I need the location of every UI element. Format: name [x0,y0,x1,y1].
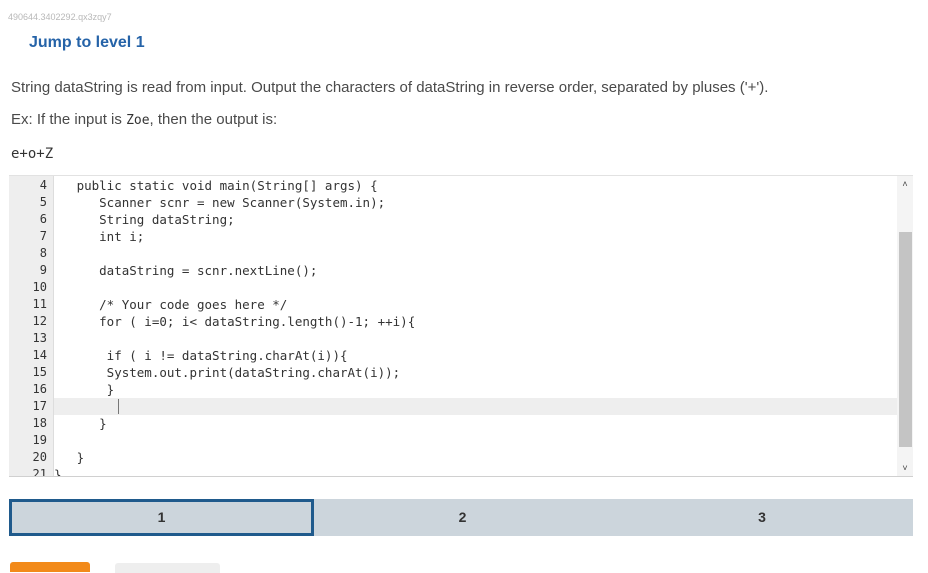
problem-prompt: String dataString is read from input. Ou… [11,79,769,96]
code-line[interactable]: public static void main(String[] args) { [54,177,897,194]
example-prefix: Ex: If the input is [11,111,127,128]
example-suffix: , then the output is: [149,111,278,128]
line-number: 12 [32,314,47,328]
line-number: 5 [39,195,47,209]
jump-to-level-link[interactable]: Jump to level 1 [29,34,145,52]
line-number: 20 [32,450,47,464]
level-button-2[interactable]: 2 [314,499,611,536]
scroll-thumb[interactable] [899,232,912,447]
code-line[interactable]: Scanner scnr = new Scanner(System.in); [54,194,897,211]
next-button[interactable] [115,563,220,573]
code-line[interactable]: if ( i != dataString.charAt(i)){ [54,347,897,364]
line-number: 16 [32,382,47,396]
scroll-down-icon[interactable]: ˅ [899,463,911,473]
line-number: 17 [32,399,47,413]
line-number: 15 [32,365,47,379]
code-area[interactable]: public static void main(String[] args) {… [54,176,897,476]
code-line[interactable] [54,398,897,415]
level-selector: 123 [9,499,913,536]
line-number: 9 [39,263,47,277]
code-line[interactable]: for ( i=0; i< dataString.length()-1; ++i… [54,313,897,330]
code-line[interactable] [54,432,897,449]
code-line[interactable]: } [54,381,897,398]
level-button-3[interactable]: 3 [611,499,913,536]
code-line[interactable] [54,330,897,347]
editor-scrollbar[interactable]: ˄ ˅ [897,176,913,476]
text-cursor [118,399,119,414]
line-number: 7 [39,229,47,243]
example-output: e+o+Z [11,146,54,162]
code-line[interactable] [54,279,897,296]
level-button-1[interactable]: 1 [9,499,314,536]
line-number: 13 [32,331,47,345]
example-input: Zoe [126,113,150,128]
code-line[interactable]: dataString = scnr.nextLine(); [54,262,897,279]
scroll-up-icon[interactable]: ˄ [899,179,911,189]
check-button[interactable] [10,562,90,572]
line-number-gutter: 4 5 6 7 8 9 10 11 12 13 14 15 16 17 18 19 20 21 [9,176,54,476]
code-editor[interactable]: 4 5 6 7 8 9 10 11 12 13 14 15 16 17 18 19 20 21 public st… [9,175,913,477]
line-number: 8 [39,246,47,260]
line-number: 19 [32,433,47,447]
line-number: 21 [32,467,47,477]
code-line[interactable]: int i; [54,228,897,245]
line-number: 18 [32,416,47,430]
code-line[interactable]: } [54,466,897,476]
code-line[interactable]: String dataString; [54,211,897,228]
example-text: Ex: If the input is Zoe, then the output… [11,111,277,128]
code-line[interactable]: /* Your code goes here */ [54,296,897,313]
code-line[interactable] [54,245,897,262]
line-number: 11 [32,297,47,311]
code-line[interactable]: } [54,449,897,466]
code-line[interactable]: System.out.print(dataString.charAt(i)); [54,364,897,381]
activity-id: 490644.3402292.qx3zqy7 [8,12,112,22]
line-number: 4 [39,178,47,192]
line-number: 6 [39,212,47,226]
line-number: 10 [32,280,47,294]
code-line[interactable]: } [54,415,897,432]
line-number: 14 [32,348,47,362]
